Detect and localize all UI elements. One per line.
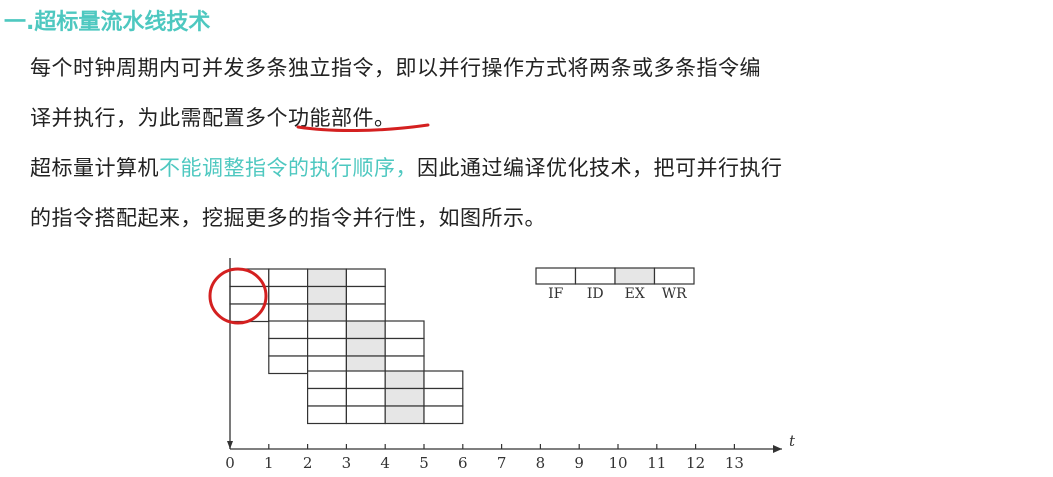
pipeline-cell-id bbox=[307, 320, 348, 340]
axis-tick-label: 6 bbox=[458, 454, 468, 472]
pipeline-cell-wr bbox=[423, 387, 464, 407]
pipeline-cell-id bbox=[268, 268, 309, 288]
legend-cell bbox=[614, 267, 656, 285]
pipeline-cell-id bbox=[268, 285, 309, 305]
legend: IF ID EX WR bbox=[535, 267, 695, 302]
pipeline-cell-ex bbox=[345, 320, 386, 340]
legend-cell bbox=[574, 267, 616, 285]
pipeline-cell-if bbox=[268, 320, 309, 340]
axis-tick-label: 0 bbox=[225, 454, 235, 472]
axis-tick-label: 2 bbox=[303, 454, 313, 472]
axis-tick-label: 3 bbox=[342, 454, 352, 472]
legend-label: WR bbox=[662, 286, 687, 302]
legend-label: ID bbox=[587, 286, 604, 302]
axis-tick-label: 9 bbox=[574, 454, 584, 472]
pipeline-cell-id bbox=[345, 370, 386, 390]
axis-tick-label: 8 bbox=[536, 454, 546, 472]
axis-arrow-icon bbox=[773, 445, 782, 453]
axis-tick-label: 10 bbox=[608, 454, 627, 472]
pipeline-cell-if bbox=[307, 370, 348, 390]
pipeline-cell-ex bbox=[384, 405, 425, 425]
pipeline-cell-if bbox=[307, 387, 348, 407]
pipeline-diagram: IF ID EX WR 0 1 2 3 4 5 6 7 8 9 10 11 12 13t bbox=[208, 258, 796, 472]
pipeline-cell-wr bbox=[345, 285, 386, 305]
pipeline-cell-wr bbox=[423, 405, 464, 425]
legend-label: IF bbox=[548, 286, 564, 302]
pipeline-cell-wr bbox=[345, 268, 386, 288]
pipeline-cell-wr bbox=[384, 337, 425, 357]
pipeline-cell-wr bbox=[423, 370, 464, 390]
axis-label: t bbox=[789, 432, 796, 450]
axis-tick-label: 12 bbox=[686, 454, 705, 472]
pipeline-cell-ex bbox=[384, 387, 425, 407]
legend-cell bbox=[535, 267, 577, 285]
axis-tick-label: 7 bbox=[497, 454, 507, 472]
pipeline-cell-ex bbox=[345, 337, 386, 357]
pipeline-cell-if bbox=[268, 355, 309, 375]
axis-tick-label: 5 bbox=[419, 454, 429, 472]
pipeline-cell-id bbox=[307, 337, 348, 357]
legend-label: EX bbox=[625, 286, 645, 302]
pipeline-cell-wr bbox=[345, 303, 386, 323]
axis-tick-label: 4 bbox=[380, 454, 390, 472]
pipeline-cell-ex bbox=[384, 370, 425, 390]
legend-cell bbox=[653, 267, 695, 285]
pipeline-cell-wr bbox=[384, 320, 425, 340]
pipeline-cell-id bbox=[345, 405, 386, 425]
pipeline-cell-ex bbox=[307, 303, 348, 323]
axis-tick-label: 11 bbox=[647, 454, 666, 472]
axis-tick-label: 1 bbox=[264, 454, 274, 472]
pipeline-cell-id bbox=[268, 303, 309, 323]
pipeline-cell-id bbox=[345, 387, 386, 407]
pipeline-cell-ex bbox=[307, 268, 348, 288]
axis-tick-label: 13 bbox=[725, 454, 744, 472]
pipeline-cell-ex bbox=[307, 285, 348, 305]
pipeline-cell-if bbox=[268, 337, 309, 357]
pipeline-cell-if bbox=[307, 405, 348, 425]
pipeline-cell-if bbox=[229, 285, 270, 305]
